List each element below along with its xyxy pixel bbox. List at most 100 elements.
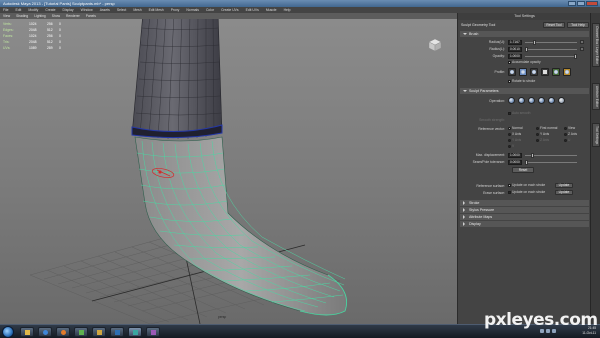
radio-dot [564,126,567,130]
minimize-button[interactable] [568,1,576,6]
profile-browse-icon[interactable] [552,68,560,76]
folder-icon[interactable] [563,68,571,76]
erase-update-button[interactable]: Update [555,190,573,195]
vp-menu-panels[interactable]: Panels [86,13,96,19]
vp-menu-lighting[interactable]: Lighting [34,13,46,19]
maximize-button[interactable] [577,1,585,6]
viewport-menu: View Shading Lighting Show Renderer Pane… [0,13,457,19]
ref-normal-radio[interactable]: Normal [508,126,523,131]
sculpt-params-section-header[interactable]: Sculpt Parameters [460,88,589,94]
ref-u-radio[interactable]: U [564,138,570,143]
profile-gaussian-icon[interactable] [508,68,516,76]
ref-v-radio[interactable]: V [508,144,514,149]
pull-op-icon[interactable] [518,97,525,104]
hud-value: 0 [59,46,61,50]
attribute-maps-section-header[interactable]: Attribute Maps [460,214,589,220]
paint-op-icon[interactable] [558,97,565,104]
opacity-label: Opacity: [492,54,505,58]
browser-task-icon[interactable] [38,327,52,337]
erase-surface-label: Erase surface: [483,191,505,195]
app2-task-icon[interactable] [146,327,160,337]
auto-smooth-label: Auto smooth [512,111,531,115]
maya-task-icon[interactable] [128,327,142,337]
clock-date: 11-Oct-11 [582,331,596,335]
media-task-icon[interactable] [56,327,70,337]
ref-z-axis-radio[interactable]: Z Axis [564,132,577,137]
app-task-icon[interactable] [74,327,88,337]
explorer-task-icon[interactable] [20,327,34,337]
ref-x-axis-radio[interactable]: X Axis [508,132,521,137]
radius-l-label: Radius(L): [489,47,505,51]
profile-label: Profile: [494,70,505,74]
profile-square-icon[interactable] [541,68,549,76]
photoshop-task-icon[interactable] [110,327,124,337]
checkbox-box [508,183,511,187]
start-button[interactable] [2,326,14,338]
vp-menu-show[interactable]: Show [52,13,60,19]
max-displacement-slider[interactable] [525,153,577,158]
perspective-viewport[interactable]: View Shading Lighting Show Renderer Pane… [0,13,457,324]
hud-value: 1089 [29,46,37,50]
radius-u-label: Radius(U): [488,40,505,44]
close-button[interactable] [586,1,598,6]
radius-u-row: Radius(U): 1.7167 [460,39,589,45]
ref-update-button[interactable]: Update [555,183,573,188]
vp-menu-view[interactable]: View [3,13,10,19]
push-op-icon[interactable] [508,97,515,104]
profile-soft-icon[interactable] [519,68,527,76]
folder-task-icon[interactable] [92,327,106,337]
seam-tolerance-slider[interactable] [525,160,577,165]
upper-mesh-dark [131,13,223,140]
erase-update-label: Update on each stroke [512,190,546,194]
ref-z-axis-alt-radio[interactable]: Z Axis [536,138,549,143]
smooth-op-icon[interactable] [528,97,535,104]
radius-u-slider[interactable] [525,40,577,45]
erase-op-icon[interactable] [548,97,555,104]
ref-y-axis-alt-radio[interactable]: Y Axis [508,138,521,143]
rotate-to-stroke-checkbox[interactable]: Rotate to stroke [508,79,535,84]
tab-tool-settings[interactable]: Tool Settings [592,123,600,148]
radio-dot [536,138,539,142]
slider-handle[interactable] [525,160,528,165]
stylus-pressure-section-header[interactable]: Stylus Pressure [460,207,589,213]
vp-menu-renderer[interactable]: Renderer [66,13,80,19]
radius-l-picker[interactable] [580,47,584,51]
profile-solid-icon[interactable] [530,68,538,76]
opacity-field[interactable]: 1.0000 [508,54,522,59]
tab-attribute-editor[interactable]: Attribute Editor [592,83,600,111]
radius-l-slider[interactable] [525,47,577,52]
relax-op-icon[interactable] [538,97,545,104]
radius-u-field[interactable]: 1.7167 [508,40,522,45]
slider-handle[interactable] [525,47,528,52]
tab-channel-box[interactable]: Channel Box / Layer Editor [592,23,600,68]
seam-tolerance-field[interactable]: 0.0000 [508,160,522,165]
viewport-scene[interactable] [0,13,457,324]
slider-handle[interactable] [574,54,577,59]
seam-tolerance-row: Seam/Pole tolerance: 0.0000 [460,159,589,165]
max-displacement-field[interactable]: 1.0000 [508,153,522,158]
reset-button[interactable]: Reset [512,167,534,173]
radio-label: V [512,144,515,148]
panel-title: Tool Settings [458,13,591,20]
ref-first-normal-radio[interactable]: First normal [536,126,557,131]
stroke-section-header[interactable]: Stroke [460,200,589,206]
vp-menu-shading[interactable]: Shading [16,13,28,19]
opacity-slider[interactable] [525,54,577,59]
slider-handle[interactable] [531,153,534,158]
radius-l-field[interactable]: 0.0010 [508,47,522,52]
hud-value: 512 [47,28,53,32]
radius-l-row: Radius(L): 0.0010 [460,46,589,52]
reset-tool-button[interactable]: Reset Tool [543,22,565,28]
accumulate-opacity-checkbox[interactable]: Accumulate opacity [508,60,541,65]
auto-smooth-checkbox[interactable]: Auto smooth [508,111,531,116]
tool-help-button[interactable]: Tool Help [567,22,589,28]
ref-view-radio[interactable]: View [564,126,575,131]
erase-update-checkbox[interactable]: Update on each stroke [508,190,545,195]
ref-y-axis-radio[interactable]: Y Axis [536,132,549,137]
radius-u-picker[interactable] [580,40,584,44]
slider-handle[interactable] [533,40,536,45]
display-section-header[interactable]: Display [460,221,589,227]
ref-update-checkbox[interactable]: Update on each stroke [508,183,545,188]
view-cube-icon[interactable] [427,37,442,52]
brush-section-header[interactable]: Brush [460,31,589,37]
